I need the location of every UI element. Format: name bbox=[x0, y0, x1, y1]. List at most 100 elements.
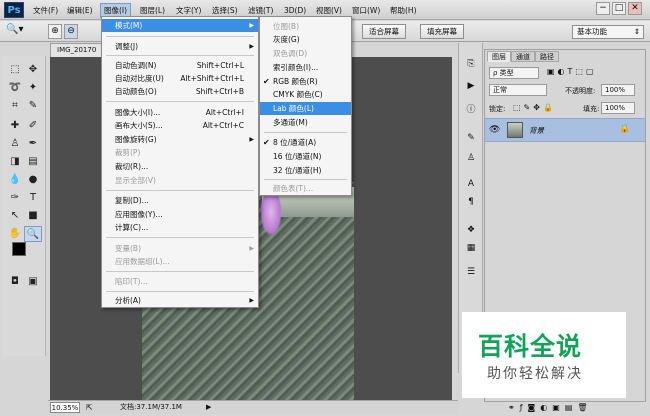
menu-separator bbox=[106, 190, 254, 191]
menu-item-image-size[interactable]: 图像大小(I)... Alt+Ctrl+I bbox=[102, 106, 258, 119]
checkmark-icon: ✔ bbox=[263, 77, 270, 86]
menu-item-apply-data-set[interactable]: 应用数据组(L)... bbox=[102, 255, 258, 268]
marquee-tool-icon[interactable]: ⬚ bbox=[6, 62, 24, 78]
grid-panel-icon[interactable]: ▦ bbox=[463, 241, 479, 255]
crop-tool-icon[interactable]: ⌗ bbox=[6, 98, 24, 114]
close-button[interactable]: ✕ bbox=[628, 2, 642, 15]
menu-item-variables[interactable]: 变量(B) ▶ bbox=[102, 242, 258, 255]
foreground-color-swatch[interactable] bbox=[12, 242, 26, 256]
menu-item-rgb-color[interactable]: ✔ RGB 颜色(R) bbox=[260, 75, 351, 88]
brush-panel-icon[interactable]: ✎ bbox=[463, 131, 479, 145]
minimize-button[interactable]: − bbox=[596, 2, 610, 15]
share-icon[interactable]: ⇱ bbox=[86, 401, 93, 414]
blur-tool-icon[interactable]: 💧 bbox=[6, 172, 24, 188]
menu-item-multichannel[interactable]: 多通道(M) bbox=[260, 116, 351, 129]
menu-item-canvas-size[interactable]: 画布大小(S)... Alt+Ctrl+C bbox=[102, 119, 258, 132]
fit-screen-button[interactable]: 适合屏幕 bbox=[362, 24, 406, 39]
3d-panel-icon[interactable]: ❖ bbox=[463, 223, 479, 237]
zoom-level-field[interactable]: 10.35% bbox=[50, 402, 80, 413]
menu-item-16bit[interactable]: 16 位/通道(N) bbox=[260, 150, 351, 163]
fill-field[interactable]: 100% bbox=[601, 102, 635, 114]
doc-info: 文档:37.1M/37.1M bbox=[120, 403, 182, 411]
menu-item-calculations[interactable]: 计算(C)... bbox=[102, 221, 258, 234]
menu-item-cmyk-color[interactable]: CMYK 颜色(C) bbox=[260, 88, 351, 101]
menu-separator bbox=[106, 237, 254, 238]
menu-item-label: 复制(D)... bbox=[115, 196, 149, 205]
character-panel-icon[interactable]: A bbox=[463, 177, 479, 191]
menu-item-trim[interactable]: 裁切(R)... bbox=[102, 160, 258, 173]
layer-row-background[interactable]: 👁 背景 🔒 bbox=[485, 118, 645, 142]
menu-item-auto-contrast[interactable]: 自动对比度(U) Alt+Shift+Ctrl+L bbox=[102, 72, 258, 85]
menu-item-color-table[interactable]: 颜色表(T)... bbox=[260, 182, 351, 195]
play-icon[interactable]: ▶ bbox=[206, 401, 211, 414]
shape-tool-icon[interactable]: ■ bbox=[24, 208, 42, 224]
menu-item-apply-image[interactable]: 应用图像(Y)... bbox=[102, 208, 258, 221]
lock-icons[interactable]: ⬚✎✥🔒 bbox=[513, 103, 556, 112]
menu-file[interactable]: 文件(F) bbox=[30, 4, 61, 17]
menu-item-analysis[interactable]: 分析(A) ▶ bbox=[102, 294, 258, 307]
menu-edit[interactable]: 编辑(E) bbox=[64, 4, 96, 17]
history-panel-icon[interactable]: ⎘ bbox=[463, 57, 479, 71]
layer-action-icons[interactable]: ⚭ƒ◙◐▣▤🗑 bbox=[508, 403, 593, 412]
tab-channels[interactable]: 通道 bbox=[511, 51, 535, 62]
zoom-in-icon[interactable]: ⊕ bbox=[48, 24, 62, 39]
menu-help[interactable]: 帮助(H) bbox=[387, 4, 420, 17]
menu-item-mode[interactable]: 模式(M) ▶ bbox=[102, 19, 258, 32]
clone-stamp-icon[interactable]: ♙ bbox=[6, 136, 24, 152]
actions-panel-icon[interactable]: ▶ bbox=[463, 79, 479, 93]
menu-item-crop[interactable]: 裁剪(P) bbox=[102, 146, 258, 159]
move-tool-icon[interactable]: ✥ bbox=[24, 62, 42, 78]
type-tool-icon[interactable]: T bbox=[24, 190, 42, 206]
menu-item-8bit[interactable]: ✔ 8 位/通道(A) bbox=[260, 136, 351, 149]
menu-item-label: 模式(M) bbox=[115, 21, 143, 30]
healing-brush-icon[interactable]: ✚ bbox=[6, 118, 24, 134]
blend-mode-select[interactable]: 正常 bbox=[489, 84, 547, 96]
menu-item-trap[interactable]: 陷印(T)... bbox=[102, 275, 258, 288]
zoom-tool-preset-icon[interactable]: 🔍▾ bbox=[6, 24, 28, 39]
screen-mode-icon[interactable]: ▣ bbox=[24, 274, 42, 290]
maximize-button[interactable]: □ bbox=[612, 2, 626, 15]
menu-item-bitmap[interactable]: 位图(B) bbox=[260, 20, 351, 33]
magic-wand-icon[interactable]: ✦ bbox=[24, 80, 42, 96]
brush-tool-icon[interactable]: ✐ bbox=[24, 118, 42, 134]
quick-mask-icon[interactable]: ◘ bbox=[6, 274, 24, 290]
menu-item-indexed-color[interactable]: 索引颜色(I)... bbox=[260, 61, 351, 74]
dodge-tool-icon[interactable]: ● bbox=[24, 172, 42, 188]
menu-item-adjustments[interactable]: 调整(J) ▶ bbox=[102, 40, 258, 53]
menu-item-32bit[interactable]: 32 位/通道(H) bbox=[260, 164, 351, 177]
paragraph-panel-icon[interactable]: ¶ bbox=[463, 195, 479, 209]
zoom-tool-icon[interactable]: 🔍 bbox=[24, 226, 42, 242]
tab-layers[interactable]: 图层 bbox=[487, 51, 511, 62]
tab-paths[interactable]: 路径 bbox=[535, 51, 559, 62]
gradient-tool-icon[interactable]: ▤ bbox=[24, 154, 42, 170]
menu-window[interactable]: 窗口(W) bbox=[349, 4, 383, 17]
menu-item-duplicate[interactable]: 复制(D)... bbox=[102, 194, 258, 207]
submenu-arrow-icon: ▶ bbox=[249, 245, 254, 252]
menu-item-auto-tone[interactable]: 自动色调(N) Shift+Ctrl+L bbox=[102, 59, 258, 72]
menu-item-label: 自动色调(N) bbox=[115, 61, 157, 70]
menu-item-grayscale[interactable]: 灰度(G) bbox=[260, 33, 351, 46]
clone-source-icon[interactable]: ♙ bbox=[463, 151, 479, 165]
pen-tool-icon[interactable]: ✑ bbox=[6, 190, 24, 206]
eraser-tool-icon[interactable]: ◨ bbox=[6, 154, 24, 170]
menu-item-duotone[interactable]: 双色调(D) bbox=[260, 47, 351, 60]
menu-item-reveal-all[interactable]: 显示全部(V) bbox=[102, 174, 258, 187]
eyedropper-icon[interactable]: ✎ bbox=[24, 98, 42, 114]
workspace-switcher[interactable]: 基本功能 ⇕ bbox=[572, 25, 644, 39]
menu-item-lab-color[interactable]: Lab 颜色(L) bbox=[260, 102, 351, 115]
menu-item-auto-color[interactable]: 自动颜色(O) Shift+Ctrl+B bbox=[102, 85, 258, 98]
layer-kind-filter[interactable]: ρ 类型 bbox=[489, 67, 539, 79]
zoom-out-icon[interactable]: ⊖ bbox=[64, 24, 78, 39]
info-panel-icon[interactable]: ⓘ bbox=[463, 103, 479, 117]
path-selection-icon[interactable]: ↖ bbox=[6, 208, 24, 224]
lasso-tool-icon[interactable]: ➰ bbox=[6, 80, 24, 96]
history-brush-icon[interactable]: ✒ bbox=[24, 136, 42, 152]
layer-filter-icons[interactable]: ▣◐T⬚▢ bbox=[547, 67, 597, 76]
fill-screen-button[interactable]: 填充屏幕 bbox=[420, 24, 464, 39]
eye-icon[interactable]: 👁 bbox=[489, 125, 500, 135]
opacity-field[interactable]: 100% bbox=[601, 84, 635, 96]
timeline-panel-icon[interactable]: ☰ bbox=[463, 265, 479, 279]
hand-tool-icon[interactable]: ✋ bbox=[6, 226, 24, 242]
menu-item-image-rotation[interactable]: 图像旋转(G) ▶ bbox=[102, 133, 258, 146]
status-bar: 10.35% ⇱ 文档:37.1M/37.1M ▶ bbox=[48, 400, 458, 414]
